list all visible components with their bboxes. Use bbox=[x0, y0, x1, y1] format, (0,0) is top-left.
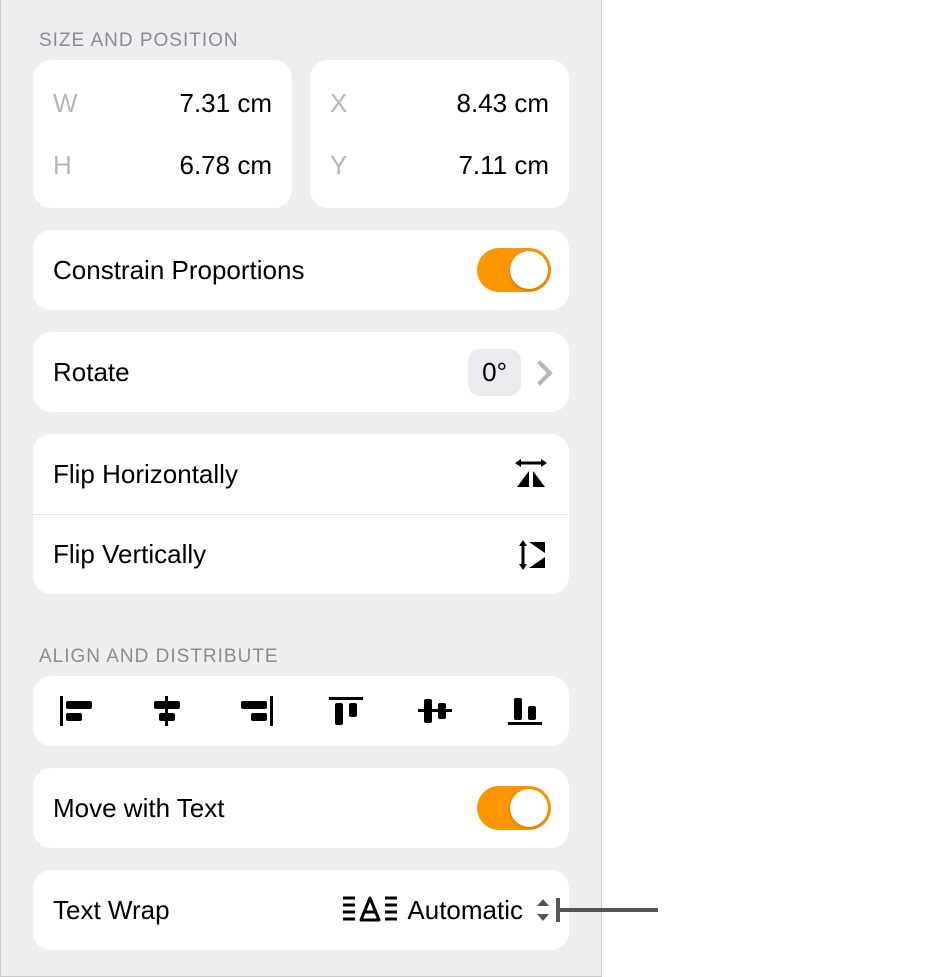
flip-vertical-label: Flip Vertically bbox=[53, 539, 206, 570]
rotate-row[interactable]: Rotate 0° bbox=[33, 332, 569, 412]
section-align-header: ALIGN AND DISTRIBUTE bbox=[33, 616, 569, 676]
x-label: X bbox=[330, 88, 366, 119]
flip-horizontal-icon bbox=[507, 456, 551, 492]
section-size-position-header: SIZE AND POSITION bbox=[33, 0, 569, 60]
up-down-icon bbox=[535, 897, 551, 923]
y-value: 7.11 cm bbox=[458, 150, 549, 181]
y-label: Y bbox=[330, 150, 366, 181]
x-value: 8.43 cm bbox=[457, 88, 550, 119]
flip-horizontal-row[interactable]: Flip Horizontally bbox=[33, 434, 569, 514]
flip-vertical-row[interactable]: Flip Vertically bbox=[33, 514, 569, 594]
size-position-grid: W 7.31 cm H 6.78 cm X 8.43 cm Y 7.11 cm bbox=[33, 60, 569, 208]
align-top-button[interactable] bbox=[322, 692, 370, 730]
rotate-value: 0° bbox=[468, 349, 521, 396]
align-right-button[interactable] bbox=[232, 692, 280, 730]
align-top-icon bbox=[325, 694, 367, 728]
move-with-text-row[interactable]: Move with Text bbox=[33, 768, 569, 848]
right-whitespace bbox=[602, 0, 945, 977]
position-card: X 8.43 cm Y 7.11 cm bbox=[310, 60, 569, 208]
constrain-label: Constrain Proportions bbox=[53, 255, 304, 286]
align-center-h-button[interactable] bbox=[143, 692, 191, 730]
constrain-card: Constrain Proportions bbox=[33, 230, 569, 310]
align-bottom-icon bbox=[504, 694, 546, 728]
text-wrap-value: Automatic bbox=[407, 895, 523, 926]
text-wrap-row[interactable]: Text Wrap Autom bbox=[33, 870, 569, 950]
width-label: W bbox=[53, 88, 89, 119]
move-with-text-card: Move with Text bbox=[33, 768, 569, 848]
rotate-right: 0° bbox=[468, 349, 551, 396]
align-center-h-icon bbox=[146, 694, 188, 728]
align-center-v-icon bbox=[414, 694, 456, 728]
flip-card: Flip Horizontally Flip Vertically bbox=[33, 434, 569, 594]
move-with-text-toggle[interactable] bbox=[477, 786, 551, 830]
align-left-icon bbox=[56, 694, 98, 728]
align-left-button[interactable] bbox=[53, 692, 101, 730]
flip-horizontal-label: Flip Horizontally bbox=[53, 459, 238, 490]
width-field[interactable]: W 7.31 cm bbox=[53, 72, 272, 134]
inspector-panel: SIZE AND POSITION W 7.31 cm H 6.78 cm X … bbox=[0, 0, 602, 977]
width-value: 7.31 cm bbox=[180, 88, 273, 119]
flip-vertical-icon bbox=[507, 537, 551, 573]
align-right-icon bbox=[235, 694, 277, 728]
text-wrap-icon bbox=[341, 894, 399, 927]
height-label: H bbox=[53, 150, 89, 181]
move-with-text-label: Move with Text bbox=[53, 793, 224, 824]
text-wrap-card: Text Wrap Autom bbox=[33, 870, 569, 950]
chevron-right-icon bbox=[533, 360, 547, 384]
size-card: W 7.31 cm H 6.78 cm bbox=[33, 60, 292, 208]
align-center-v-button[interactable] bbox=[411, 692, 459, 730]
height-field[interactable]: H 6.78 cm bbox=[53, 134, 272, 196]
constrain-row[interactable]: Constrain Proportions bbox=[33, 230, 569, 310]
rotate-label: Rotate bbox=[53, 357, 130, 388]
y-field[interactable]: Y 7.11 cm bbox=[330, 134, 549, 196]
text-wrap-control[interactable]: Automatic bbox=[341, 894, 551, 927]
callout-line bbox=[560, 908, 658, 912]
align-toolbar bbox=[33, 676, 569, 746]
x-field[interactable]: X 8.43 cm bbox=[330, 72, 549, 134]
rotate-card: Rotate 0° bbox=[33, 332, 569, 412]
align-bottom-button[interactable] bbox=[501, 692, 549, 730]
height-value: 6.78 cm bbox=[180, 150, 273, 181]
text-wrap-label: Text Wrap bbox=[53, 895, 170, 926]
constrain-toggle[interactable] bbox=[477, 248, 551, 292]
